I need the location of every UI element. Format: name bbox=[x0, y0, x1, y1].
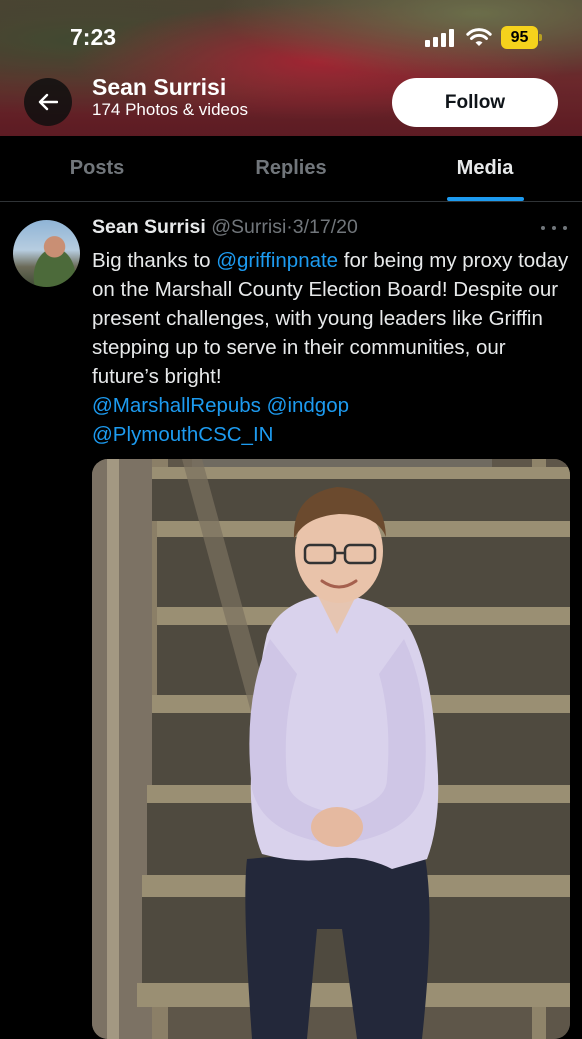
tab-label: Replies bbox=[255, 157, 327, 179]
battery-level: 95 bbox=[510, 28, 529, 46]
post-author-name[interactable]: Sean Surrisi bbox=[92, 216, 206, 238]
wifi-icon bbox=[466, 28, 492, 46]
mention-link[interactable]: @MarshallRepubs bbox=[92, 394, 261, 417]
more-options-icon[interactable] bbox=[541, 220, 567, 236]
battery-icon: 95 bbox=[501, 26, 542, 49]
tab-label: Posts bbox=[69, 157, 125, 179]
active-tab-indicator bbox=[446, 197, 524, 201]
post-text: Big thanks to @griffinpnate for being my… bbox=[92, 246, 572, 449]
post-text-part: Big thanks to bbox=[92, 249, 217, 272]
profile-tabs: Posts Replies Media bbox=[0, 136, 582, 202]
status-time: 7:23 bbox=[70, 24, 117, 50]
tab-label: Media bbox=[456, 157, 514, 179]
signal-icon bbox=[425, 29, 455, 47]
profile-name: Sean Surrisi bbox=[92, 74, 227, 100]
post-author-handle[interactable]: @Surrisi bbox=[211, 216, 286, 238]
mention-link[interactable]: @griffinpnate bbox=[216, 249, 338, 272]
back-arrow-icon bbox=[38, 93, 58, 111]
follow-button[interactable]: Follow bbox=[392, 78, 558, 127]
back-button[interactable] bbox=[24, 78, 72, 126]
mention-link[interactable]: @indgop bbox=[267, 394, 349, 417]
post-header: Sean Surrisi @Surrisi·3/17/20 bbox=[92, 216, 358, 239]
status-bar: 7:23 95 bbox=[0, 0, 582, 70]
photo-illustration bbox=[92, 459, 570, 1039]
media-count: 174 Photos & videos bbox=[92, 100, 248, 119]
tab-replies[interactable]: Replies bbox=[194, 136, 388, 201]
post-photo[interactable] bbox=[92, 459, 570, 1039]
profile-header-banner: 7:23 95 Sean Surrisi 174 Photos & videos… bbox=[0, 0, 582, 136]
post-date[interactable]: 3/17/20 bbox=[293, 216, 358, 238]
author-avatar[interactable] bbox=[13, 220, 80, 287]
tab-media[interactable]: Media bbox=[388, 136, 582, 201]
mention-link[interactable]: @PlymouthCSC_IN bbox=[92, 423, 273, 446]
tab-posts[interactable]: Posts bbox=[0, 136, 194, 201]
